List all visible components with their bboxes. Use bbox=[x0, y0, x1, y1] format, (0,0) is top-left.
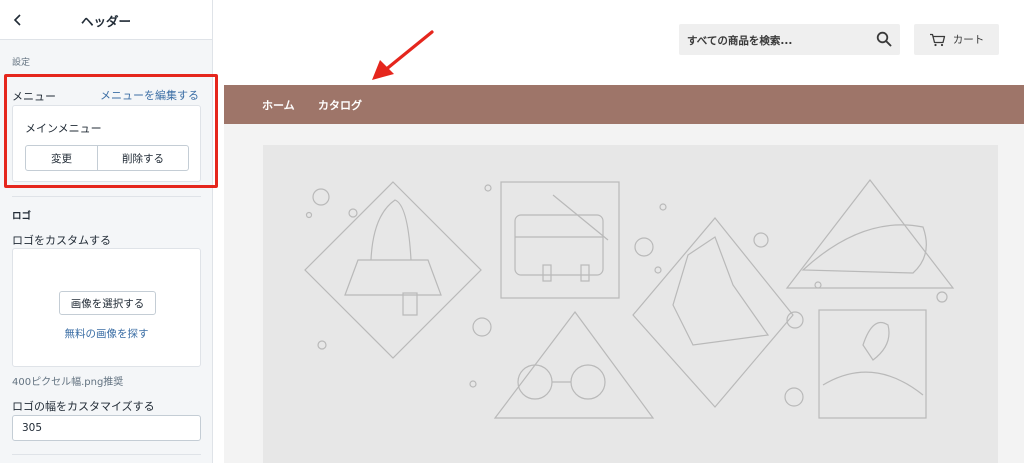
sidebar-header: ヘッダー bbox=[0, 0, 212, 40]
cart-label: カート bbox=[952, 34, 985, 46]
theme-editor-sidebar: ヘッダー 設定 メニュー メニューを編集する メインメニュー 変更 削除する ロ… bbox=[0, 0, 213, 463]
menu-picker-card: メインメニュー 変更 削除する bbox=[12, 105, 201, 182]
logo-section-heading: ロゴ bbox=[12, 211, 32, 222]
hero-placeholder-image bbox=[263, 145, 998, 463]
cart-icon bbox=[929, 33, 945, 46]
placeholder-illustration bbox=[304, 179, 955, 419]
menu-label: メニュー bbox=[12, 90, 56, 103]
cart-button[interactable]: カート bbox=[914, 24, 999, 55]
select-image-button[interactable]: 画像を選択する bbox=[59, 291, 156, 315]
settings-section-label: 設定 bbox=[12, 58, 31, 68]
search-icon[interactable] bbox=[876, 31, 892, 47]
divider bbox=[12, 454, 201, 455]
nav-item-catalog[interactable]: カタログ bbox=[318, 97, 362, 113]
sidebar-title: ヘッダー bbox=[80, 14, 131, 29]
divider bbox=[12, 196, 201, 197]
search-input[interactable]: すべての商品を検索... bbox=[679, 24, 900, 55]
edit-menu-link[interactable]: メニューを編集する bbox=[100, 87, 199, 103]
nav-item-home[interactable]: ホーム bbox=[262, 97, 295, 113]
menu-button-group: 変更 削除する bbox=[25, 145, 189, 171]
main-navigation: ホーム カタログ bbox=[224, 85, 1024, 124]
search-placeholder: すべての商品を検索... bbox=[687, 35, 793, 47]
remove-menu-button[interactable]: 削除する bbox=[98, 146, 188, 170]
logo-width-input[interactable]: 305 bbox=[12, 415, 201, 441]
free-images-link[interactable]: 無料の画像を探す bbox=[13, 326, 200, 341]
change-menu-button[interactable]: 変更 bbox=[26, 146, 98, 170]
logo-image-picker: 画像を選択する 無料の画像を探す bbox=[12, 248, 201, 367]
logo-width-label: ロゴの幅をカスタマイズする bbox=[12, 400, 155, 413]
store-preview: すべての商品を検索... カート ホーム カタログ bbox=[224, 0, 1024, 463]
selected-menu-name: メインメニュー bbox=[25, 122, 102, 135]
logo-customize-label: ロゴをカスタムする bbox=[12, 234, 111, 247]
logo-size-hint: 400ピクセル幅.png推奨 bbox=[12, 377, 124, 388]
